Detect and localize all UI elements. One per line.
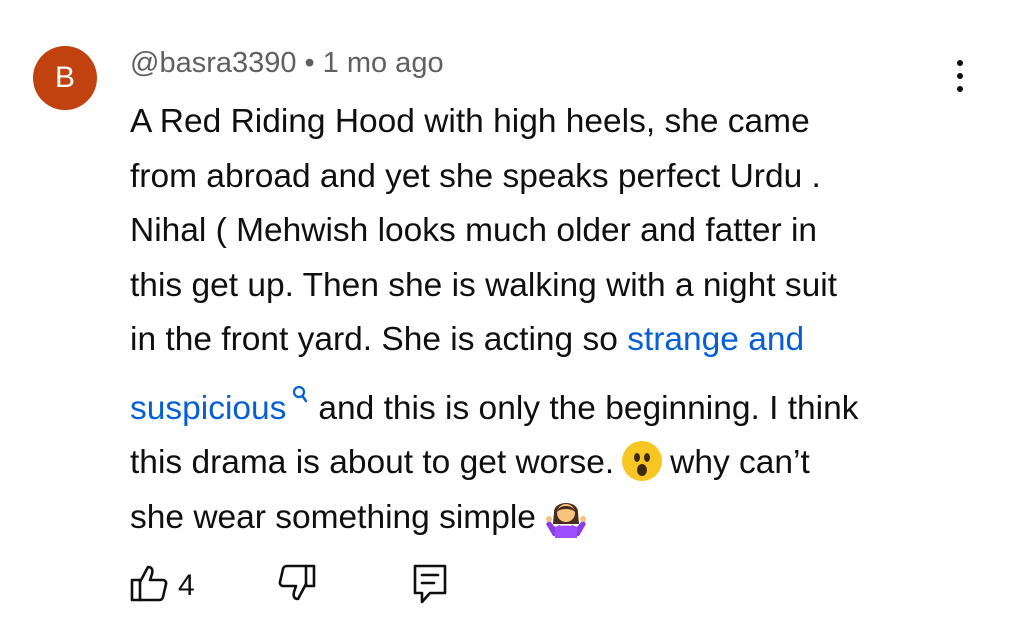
comment-line: A Red Riding Hood with high heels, she c… (130, 103, 810, 140)
avatar-letter: B (54, 61, 75, 94)
separator: • (304, 47, 315, 79)
like-button[interactable]: 4 (130, 563, 195, 608)
search-link[interactable]: suspicious (130, 390, 286, 427)
timestamp[interactable]: 1 mo ago (323, 47, 444, 79)
more-options-button[interactable] (940, 56, 980, 96)
comment-line: from abroad and yet she speaks perfect U… (130, 157, 821, 195)
comment-line: this drama is about to get worse. why can… (130, 436, 970, 491)
reply-button[interactable] (412, 563, 448, 610)
comment-text: A Red Riding Hood with high heels, she c… (130, 95, 970, 555)
comment-header: @basra3390 • 1 mo ago (130, 47, 444, 80)
comment-actions: 4 (130, 563, 490, 609)
thumbs-down-icon (278, 563, 316, 608)
comment-text-segment: why can’t (670, 444, 810, 481)
vertical-ellipsis-icon (957, 60, 963, 66)
like-count: 4 (178, 568, 195, 602)
astonished-face-emoji (622, 441, 663, 481)
person-shrugging-emoji (545, 494, 586, 556)
thumbs-up-icon (130, 563, 168, 608)
comment-line: in the front yard. She is acting so stra… (130, 313, 970, 368)
comment-text-segment: in the front yard. She is acting so (130, 321, 628, 358)
comment-text-segment: this drama is about to get worse. (130, 444, 615, 481)
reply-comment-icon (412, 563, 448, 610)
comment-line: this get up. Then she is walking with a … (130, 266, 838, 304)
comment-text-segment: and this is only the beginning. I think (318, 389, 859, 427)
avatar[interactable]: B (33, 46, 97, 110)
comment-line: Nihal ( Mehwish looks much older and fat… (130, 212, 818, 249)
magnifier-icon[interactable] (292, 368, 308, 423)
comment-text-segment: she wear something simple (130, 498, 536, 536)
dislike-button[interactable] (278, 563, 316, 608)
comment-line: she wear something simple (130, 491, 970, 556)
search-link[interactable]: strange and (627, 321, 804, 358)
comment-line: suspicious and this is only the beginning… (130, 368, 970, 437)
author-handle[interactable]: @basra3390 (130, 47, 297, 79)
